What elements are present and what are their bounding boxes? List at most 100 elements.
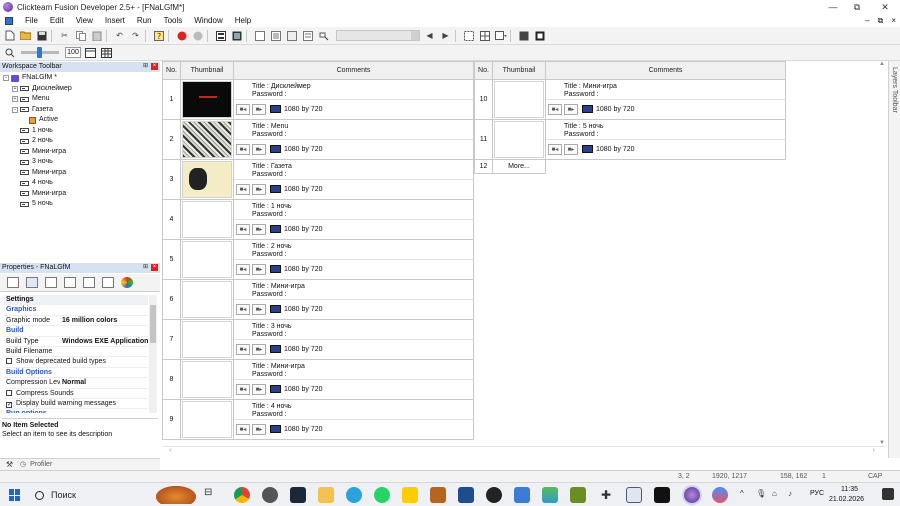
- frame-size[interactable]: 1080 by 720: [596, 146, 635, 153]
- storyboard-frame-row[interactable]: 3 Title : Газета Password : ■◂ ■▸ 1080 by 720: [162, 159, 474, 200]
- tree-item[interactable]: Мини-игра: [12, 189, 66, 199]
- frame-size[interactable]: 1080 by 720: [284, 226, 323, 233]
- frame-comment[interactable]: Title : 4 ночь Password :: [234, 401, 473, 420]
- storyboard-frame-row[interactable]: 5 Title : 2 ночь Password : ■◂ ■▸ 1080 by 720: [162, 239, 474, 280]
- tree-item[interactable]: + Menu: [12, 94, 50, 104]
- steam-icon[interactable]: [290, 487, 306, 503]
- record-icon[interactable]: [191, 29, 204, 42]
- calculator-icon[interactable]: [514, 487, 530, 503]
- properties-tab-values-icon[interactable]: [64, 277, 76, 288]
- frame-thumbnail[interactable]: [182, 321, 232, 358]
- zoom-slider-thumb[interactable]: [37, 47, 42, 58]
- layout-dropdown-icon[interactable]: [494, 29, 507, 42]
- property-checkbox-row[interactable]: ✓ Display build warning messages: [4, 399, 148, 410]
- property-group[interactable]: Graphics: [4, 305, 148, 316]
- property-checkbox-row[interactable]: Compress Sounds: [4, 389, 148, 399]
- property-row[interactable]: Build Filename: [4, 347, 148, 358]
- checkbox-unchecked-icon[interactable]: [6, 358, 12, 365]
- pin-icon[interactable]: ⊞: [142, 63, 149, 70]
- network-icon[interactable]: ⌂: [772, 489, 777, 498]
- properties-tab-runtime-icon[interactable]: [45, 277, 57, 288]
- storyboard-frame-row[interactable]: 10 Title : Мини-игра Password : ■◂ ■▸ 1080 by…: [474, 79, 786, 120]
- paste-icon[interactable]: [90, 29, 103, 42]
- property-row[interactable]: Graphic mode 16 million colors: [4, 316, 148, 327]
- menu-file[interactable]: File: [19, 14, 44, 27]
- property-group[interactable]: Run options: [4, 409, 148, 413]
- tree-item[interactable]: 3 ночь: [12, 157, 53, 167]
- frame-editor-icon[interactable]: [230, 29, 243, 42]
- menu-run[interactable]: Run: [131, 14, 158, 27]
- collapse-icon[interactable]: −: [12, 106, 18, 113]
- fade-out-transition-icon[interactable]: ■▸: [252, 343, 266, 355]
- frame-comment[interactable]: Title : 3 ночь Password :: [234, 321, 473, 340]
- fade-in-transition-icon[interactable]: ■◂: [236, 423, 250, 435]
- run-frame-icon[interactable]: [517, 29, 530, 42]
- menu-help[interactable]: Help: [229, 14, 257, 27]
- property-row[interactable]: Compression Lev Normal: [4, 378, 148, 389]
- frame-size[interactable]: 1080 by 720: [596, 106, 635, 113]
- taskbar-search[interactable]: Поиск: [31, 487, 155, 503]
- property-value[interactable]: 16 million colors: [62, 316, 117, 326]
- property-category[interactable]: Settings: [4, 295, 148, 306]
- fade-out-transition-icon[interactable]: ■▸: [252, 103, 266, 115]
- build-icon[interactable]: [533, 29, 546, 42]
- frame-size[interactable]: 1080 by 720: [284, 426, 323, 433]
- window-restore-button[interactable]: ⧉: [844, 0, 870, 14]
- fade-in-transition-icon[interactable]: ■◂: [548, 143, 562, 155]
- editor-app-icon[interactable]: [458, 487, 474, 503]
- frame-title[interactable]: Мини-игра: [583, 83, 617, 90]
- tree-item[interactable]: Мини-игра: [12, 168, 66, 178]
- clickteam-taskbar-icon[interactable]: [684, 487, 700, 503]
- frame-thumbnail[interactable]: [182, 201, 232, 238]
- storyboard-frame-row[interactable]: 7 Title : 3 ночь Password : ■◂ ■▸ 1080 by 720: [162, 319, 474, 360]
- close-icon[interactable]: ×: [151, 63, 158, 70]
- frame-thumbnail-cell[interactable]: [180, 79, 234, 120]
- cut-icon[interactable]: ✂: [58, 29, 71, 42]
- frame-thumbnail[interactable]: [494, 121, 544, 158]
- more-frames-button[interactable]: More...: [492, 159, 546, 174]
- frame-thumbnail[interactable]: [182, 361, 232, 398]
- zoom-icon[interactable]: [3, 46, 16, 59]
- snap-to-grid-icon[interactable]: [100, 46, 113, 59]
- property-value[interactable]: Normal: [62, 378, 86, 388]
- frame-title[interactable]: 2 ночь: [271, 243, 292, 250]
- undo-icon[interactable]: ↶: [113, 29, 126, 42]
- tree-item[interactable]: 4 ночь: [12, 178, 53, 188]
- menu-tools[interactable]: Tools: [158, 14, 189, 27]
- new-file-icon[interactable]: [3, 29, 16, 42]
- tray-chevron-up-icon[interactable]: ^: [740, 489, 744, 498]
- menu-view[interactable]: View: [70, 14, 99, 27]
- fade-out-transition-icon[interactable]: ■▸: [252, 143, 266, 155]
- editor-vertical-scrollbar[interactable]: ▲ ▼: [878, 61, 886, 446]
- expand-icon[interactable]: +: [12, 96, 18, 102]
- stop-icon[interactable]: [175, 29, 188, 42]
- expand-icon[interactable]: +: [12, 85, 18, 92]
- chrome-icon[interactable]: [234, 487, 250, 503]
- frame-size[interactable]: 1080 by 720: [284, 186, 323, 193]
- document-icon[interactable]: [5, 16, 13, 25]
- tree-item[interactable]: Мини-игра: [12, 147, 66, 157]
- event-list-icon[interactable]: [269, 29, 282, 42]
- fade-in-transition-icon[interactable]: ■◂: [236, 103, 250, 115]
- game-app-icon[interactable]: [430, 487, 446, 503]
- fade-out-transition-icon[interactable]: ■▸: [252, 303, 266, 315]
- tree-item[interactable]: Active: [21, 115, 58, 125]
- frame-thumbnail-cell[interactable]: [180, 279, 234, 320]
- event-editor-icon[interactable]: [253, 29, 266, 42]
- clock-date[interactable]: 21.02.2026: [829, 496, 864, 503]
- frame-thumbnail-cell[interactable]: [180, 359, 234, 400]
- checkbox-unchecked-icon[interactable]: [6, 389, 12, 396]
- data-elements-icon[interactable]: [285, 29, 298, 42]
- storyboard-frame-row[interactable]: 2 Title : Menu Password : ■◂ ■▸ 1080 by 720: [162, 119, 474, 160]
- terminal-icon[interactable]: [654, 487, 670, 503]
- zoom-slider[interactable]: [21, 47, 59, 58]
- previous-frame-icon[interactable]: ◀: [423, 29, 436, 42]
- property-group[interactable]: Build: [4, 326, 148, 337]
- frame-thumbnail[interactable]: [182, 81, 232, 118]
- tree-item[interactable]: − FNaLGfM *: [3, 73, 57, 83]
- frame-title[interactable]: 1 ночь: [271, 203, 292, 210]
- save-icon[interactable]: [35, 29, 48, 42]
- unity-icon[interactable]: [486, 487, 502, 503]
- storyboard-editor-icon[interactable]: [214, 29, 227, 42]
- frame-thumbnail-cell[interactable]: [180, 399, 234, 440]
